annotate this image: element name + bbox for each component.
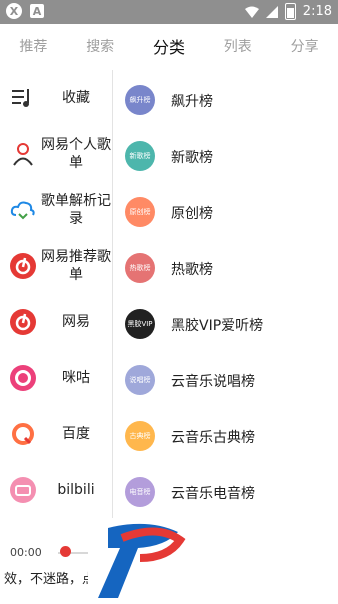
chart-badge: 黑胶VIP xyxy=(125,309,155,339)
progress-thumb[interactable] xyxy=(60,546,71,557)
player-lyric: 效，不迷路，点 xyxy=(4,572,96,587)
chart-badge: 说唱榜 xyxy=(125,365,155,395)
top-tabs: 推荐 搜索 分类 列表 分享 xyxy=(0,24,338,68)
status-time: 2:18 xyxy=(302,4,332,19)
tab-recommend[interactable]: 推荐 xyxy=(9,36,57,56)
signal-icon xyxy=(265,5,278,18)
source-item-migu[interactable]: 咪咕 xyxy=(0,350,112,406)
netease-icon xyxy=(10,309,36,335)
source-item-playlist-parse[interactable]: 歌单解析记录 xyxy=(0,182,112,238)
netease-icon xyxy=(10,253,36,279)
chart-badge: 热歌榜 xyxy=(125,253,155,283)
chart-badge: 古典榜 xyxy=(125,421,155,451)
chart-item[interactable]: 古典榜 云音乐古典榜 xyxy=(113,408,338,464)
watermark-logo xyxy=(88,518,338,600)
tab-search[interactable]: 搜索 xyxy=(76,36,124,56)
watermark-logo-icon xyxy=(98,523,186,598)
baidu-icon xyxy=(10,421,36,447)
wifi-icon xyxy=(244,6,259,18)
chart-label: 新歌榜 xyxy=(171,150,213,166)
battery-icon xyxy=(284,3,296,20)
user-icon xyxy=(10,141,36,167)
source-label: 咪咕 xyxy=(62,370,90,386)
source-label: 百度 xyxy=(62,426,90,442)
chart-label: 云音乐说唱榜 xyxy=(171,374,255,390)
chart-badge: 新歌榜 xyxy=(125,141,155,171)
chart-label: 黑胶VIP爱听榜 xyxy=(171,318,264,334)
source-label: 网易个人歌单 xyxy=(41,137,111,171)
source-label: 歌单解析记录 xyxy=(41,193,111,227)
chart-badge: 飙升榜 xyxy=(125,85,155,115)
cloud-refresh-icon xyxy=(10,197,36,223)
source-item-netease-recommend[interactable]: 网易推荐歌单 xyxy=(0,238,112,294)
tab-list[interactable]: 列表 xyxy=(214,36,262,56)
chart-label: 飙升榜 xyxy=(171,94,213,110)
chart-item[interactable]: 热歌榜 热歌榜 xyxy=(113,240,338,296)
chart-badge: 电音榜 xyxy=(125,477,155,507)
music-list-icon xyxy=(10,85,36,111)
source-label: bilbili xyxy=(57,482,95,498)
player-time: 00:00 xyxy=(10,546,42,559)
status-left: X A xyxy=(6,3,44,19)
source-label: 收藏 xyxy=(62,90,90,106)
migu-icon xyxy=(10,365,36,391)
chart-item[interactable]: 黑胶VIP 黑胶VIP爱听榜 xyxy=(113,296,338,352)
chart-badge: 原创榜 xyxy=(125,197,155,227)
status-bar: X A 2:18 xyxy=(0,0,338,24)
source-item-baidu[interactable]: 百度 xyxy=(0,406,112,462)
chart-label: 热歌榜 xyxy=(171,262,213,278)
app-a-icon: A xyxy=(30,4,44,18)
chart-item[interactable]: 飙升榜 飙升榜 xyxy=(113,72,338,128)
chart-item[interactable]: 说唱榜 云音乐说唱榜 xyxy=(113,352,338,408)
source-label: 网易 xyxy=(62,314,90,330)
source-item-netease[interactable]: 网易 xyxy=(0,294,112,350)
source-label: 网易推荐歌单 xyxy=(41,249,111,283)
status-right: 2:18 xyxy=(244,3,332,20)
app-x-icon: X xyxy=(6,3,22,19)
source-item-netease-personal[interactable]: 网易个人歌单 xyxy=(0,126,112,182)
chart-item[interactable]: 电音榜 云音乐电音榜 xyxy=(113,464,338,520)
chart-label: 云音乐古典榜 xyxy=(171,430,255,446)
chart-label: 原创榜 xyxy=(171,206,213,222)
chart-item[interactable]: 原创榜 原创榜 xyxy=(113,184,338,240)
tab-share[interactable]: 分享 xyxy=(281,36,329,56)
tab-category[interactable]: 分类 xyxy=(143,34,195,58)
source-item-bilibili[interactable]: bilbili xyxy=(0,462,112,518)
chart-item[interactable]: 新歌榜 新歌榜 xyxy=(113,128,338,184)
bilibili-icon xyxy=(10,477,36,503)
chart-label: 云音乐电音榜 xyxy=(171,486,255,502)
source-item-favorites[interactable]: 收藏 xyxy=(0,70,112,126)
